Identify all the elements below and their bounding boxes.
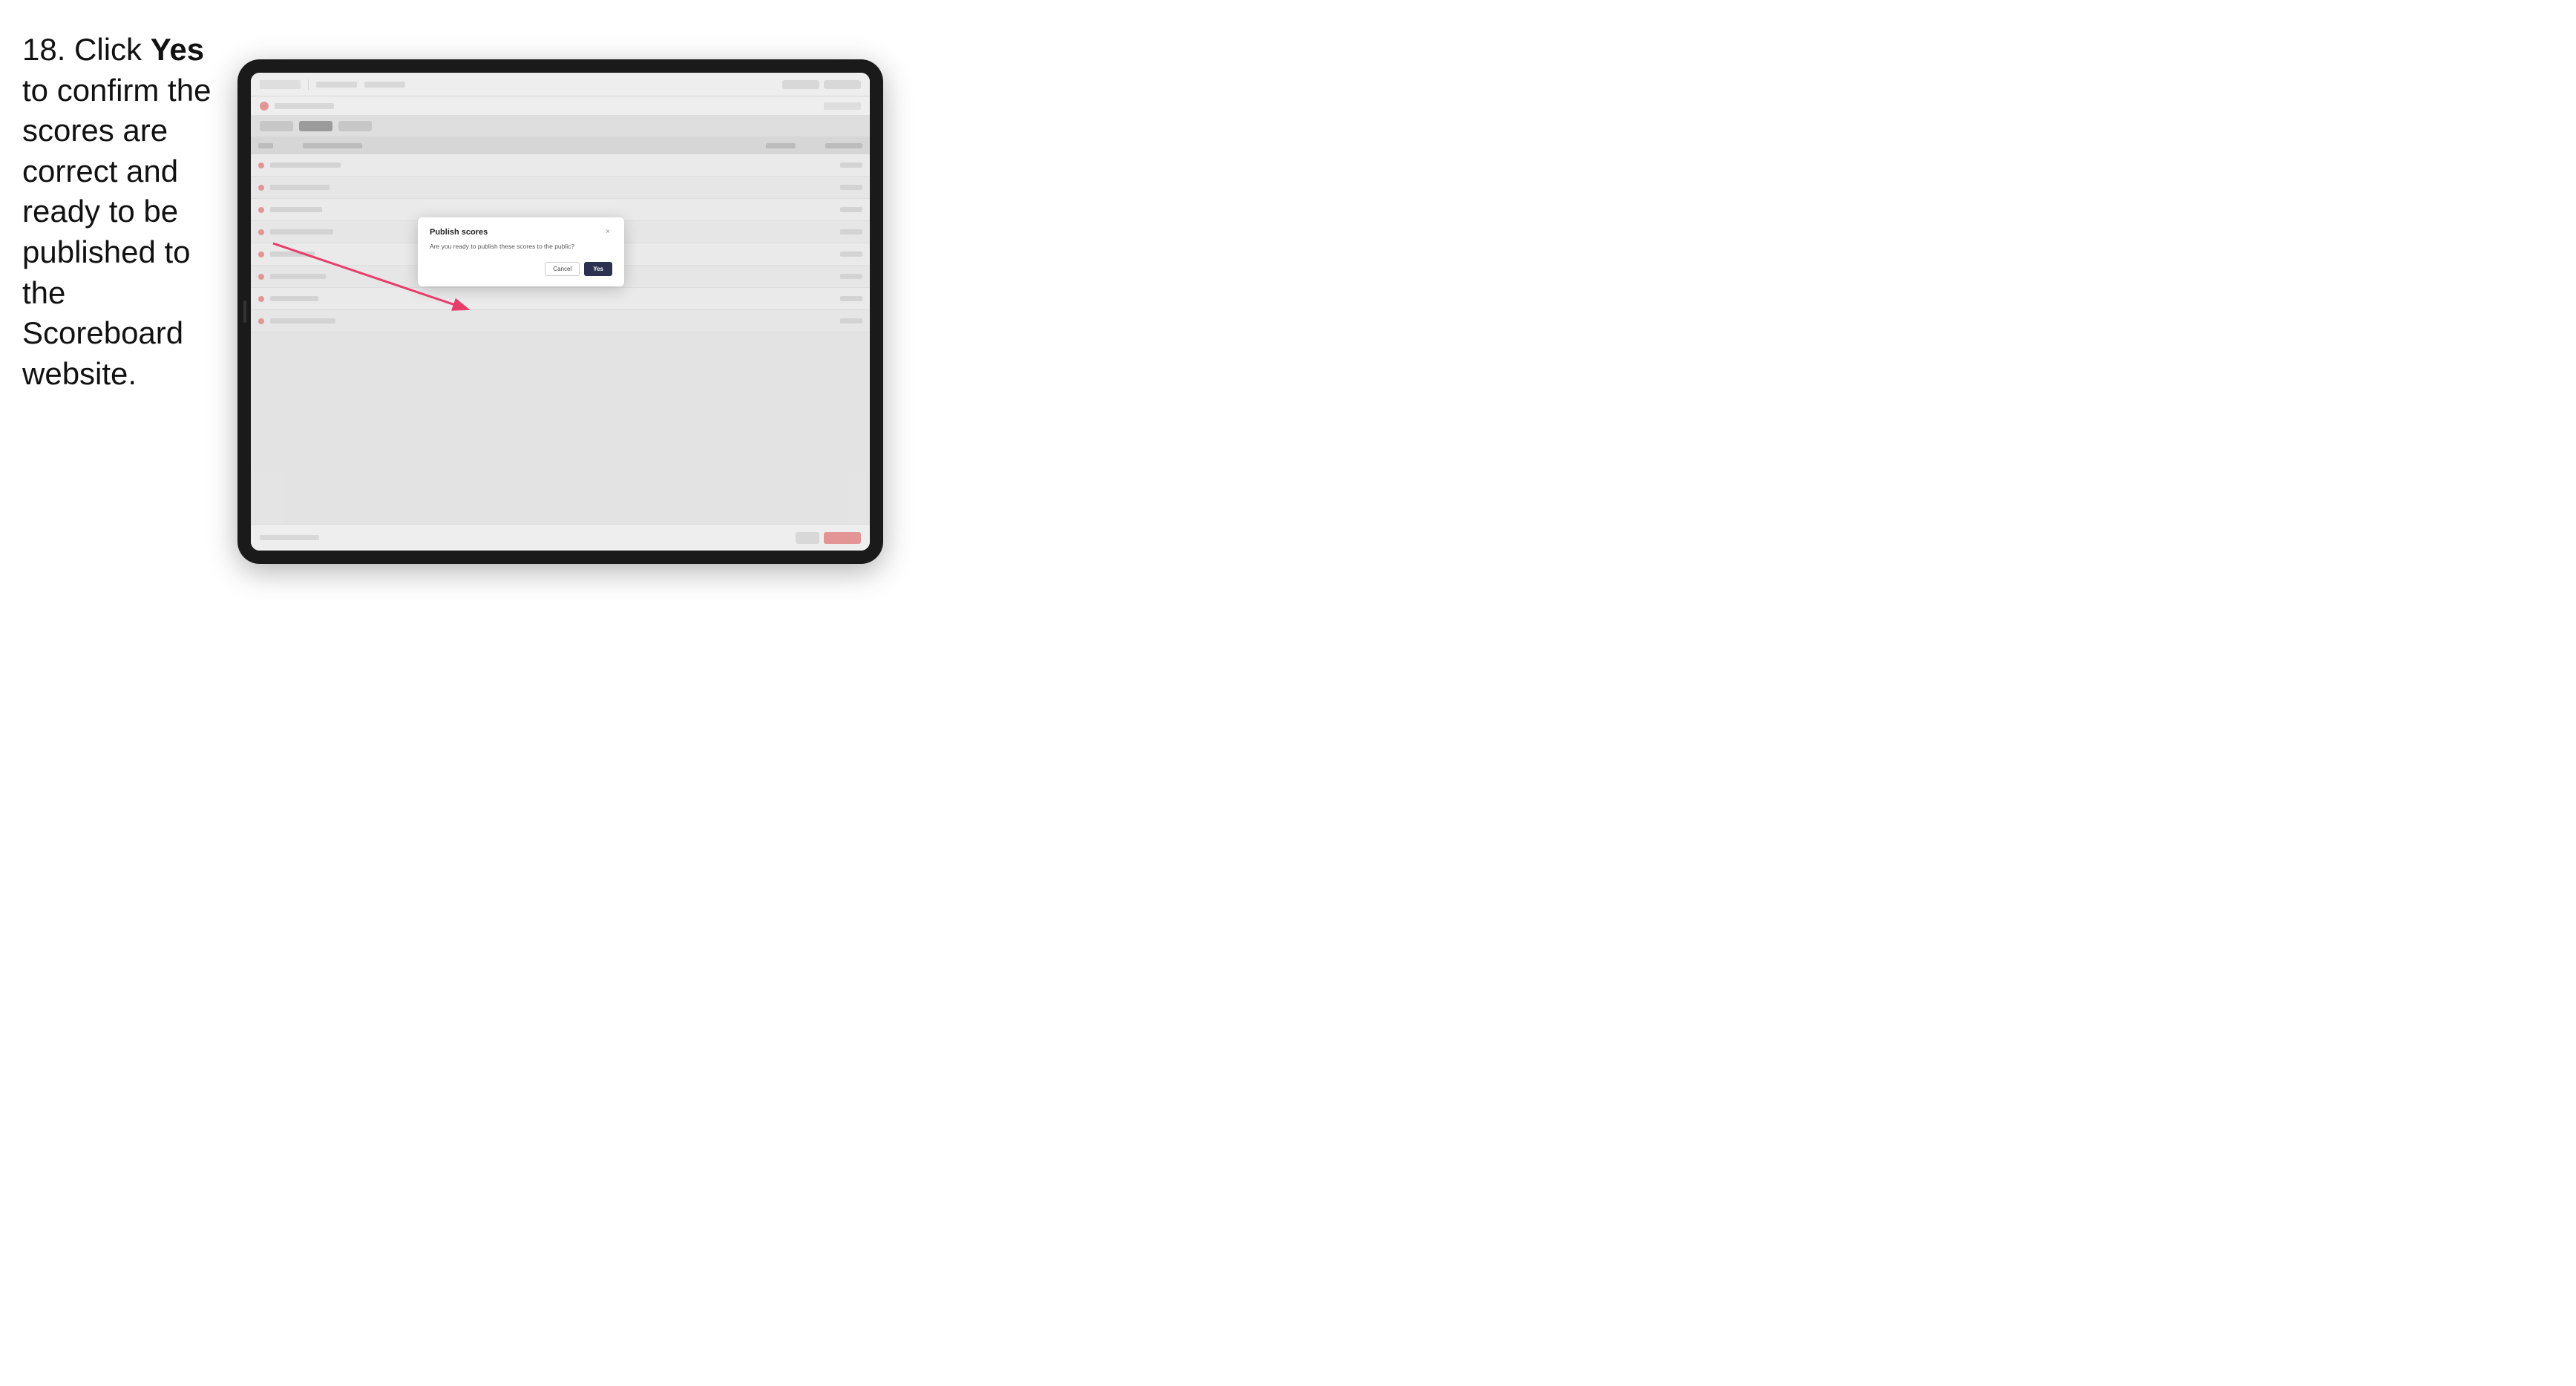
publish-scores-dialog: Publish scores × Are you ready to publis… [418, 217, 624, 286]
tablet-screen: Publish scores × Are you ready to publis… [251, 73, 870, 551]
tablet-side-button [243, 300, 246, 323]
dialog-footer: Cancel Yes [430, 262, 612, 276]
modal-backdrop [251, 73, 870, 551]
cancel-button[interactable]: Cancel [545, 262, 580, 276]
instruction-bold: Yes [151, 32, 204, 67]
dialog-body: Are you ready to publish these scores to… [430, 243, 612, 252]
instruction-after: to confirm the scores are correct and re… [22, 73, 211, 391]
tablet: Publish scores × Are you ready to publis… [237, 59, 883, 564]
instruction-text: 18. Click Yes to confirm the scores are … [22, 30, 230, 394]
step-number: 18. [22, 32, 65, 67]
yes-button[interactable]: Yes [584, 262, 612, 276]
dialog-close-icon[interactable]: × [603, 228, 612, 237]
dialog-title: Publish scores [430, 228, 488, 237]
dialog-header: Publish scores × [430, 228, 612, 237]
instruction-before: Click [65, 32, 150, 67]
